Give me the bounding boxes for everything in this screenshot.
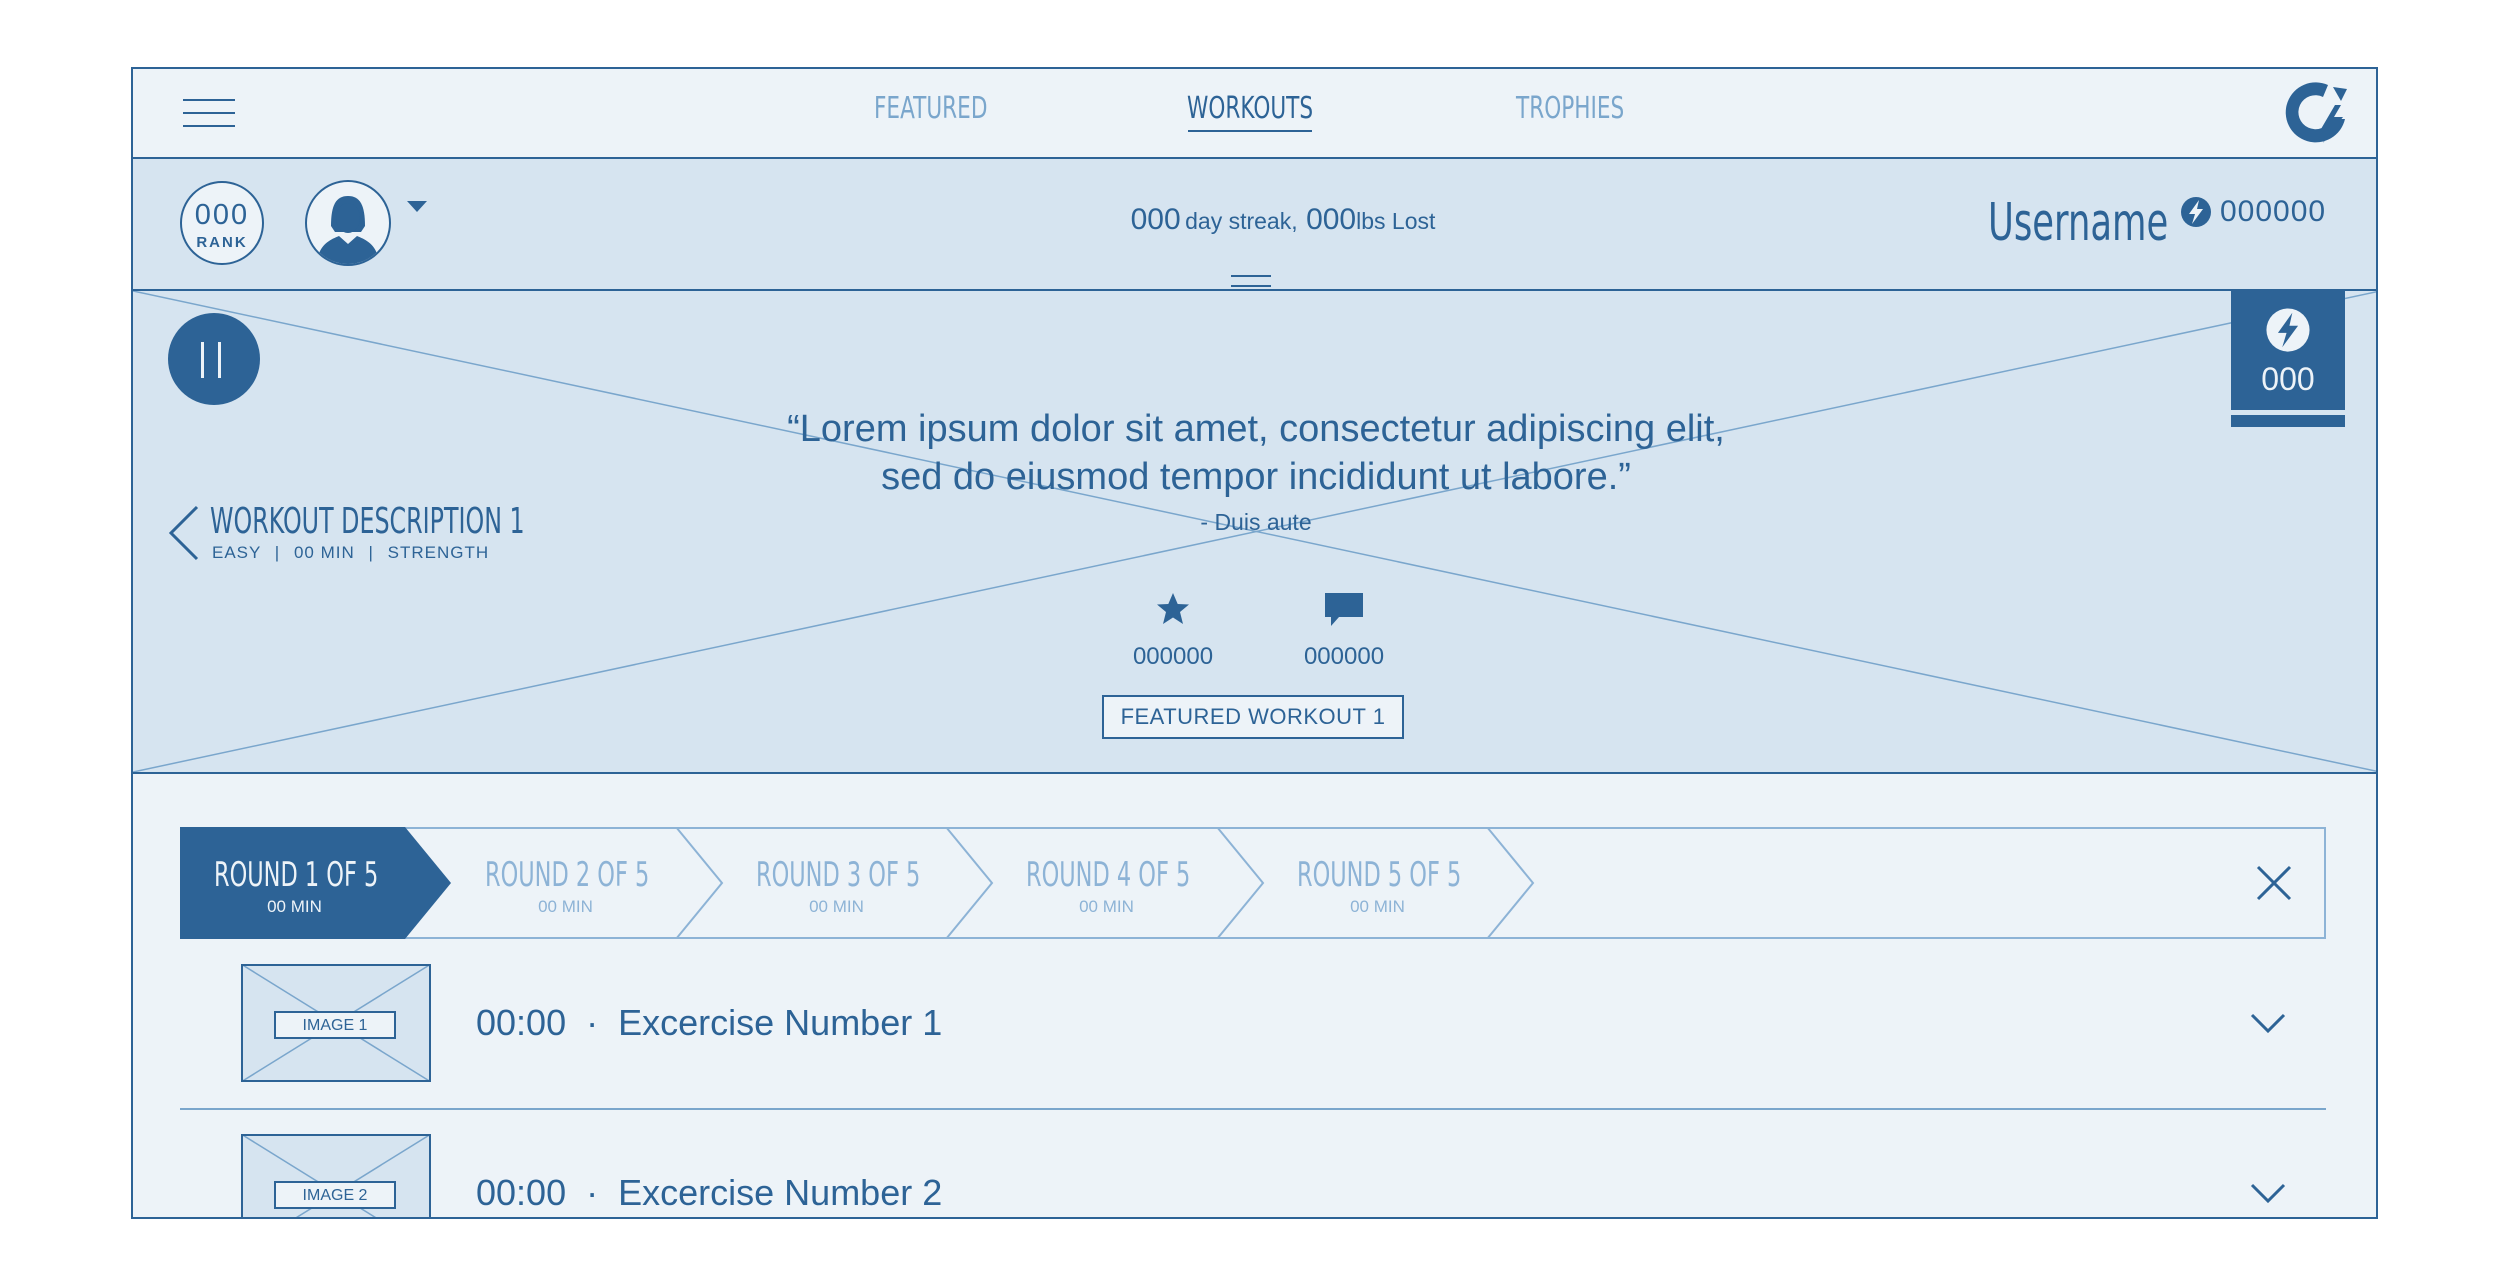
lightning-bolt-icon: [2266, 308, 2310, 352]
rank-label: RANK: [196, 234, 248, 251]
star-icon[interactable]: [1153, 589, 1193, 629]
row-divider: [180, 1108, 2326, 1110]
caret-down-icon[interactable]: [407, 201, 427, 212]
active-tab-underline: [1188, 130, 1312, 132]
chevron-down-icon[interactable]: [2250, 1182, 2286, 1204]
quote: “Lorem ipsum dolor sit amet, consectetur…: [656, 405, 1856, 536]
exercise-row[interactable]: IMAGE 1 00:00 · Excercise Number 1: [180, 964, 2326, 1132]
rounds-stepper: ROUND 1 OF 5 00 MIN ROUND 2 OF 5 00 MIN …: [180, 827, 2326, 939]
streak-label: day streak,: [1185, 208, 1298, 234]
lbs-count: 000: [1306, 203, 1357, 236]
round-step-5[interactable]: ROUND 5 OF 5 00 MIN: [1265, 829, 1495, 937]
star-count: 000000: [1132, 643, 1214, 670]
round-title: ROUND 2 OF 5: [485, 855, 650, 895]
quote-author: - Duis aute: [1200, 509, 1312, 535]
exercise-time: 00:00: [476, 1002, 567, 1043]
points-count: 000000: [2220, 195, 2327, 228]
chevron-down-icon[interactable]: [2250, 1012, 2286, 1034]
round-duration: 00 MIN: [809, 897, 864, 916]
workout-meta: EASY | 00 MIN | STRENGTH: [212, 543, 490, 562]
tab-trophies[interactable]: TROPHIES: [1516, 91, 1624, 126]
avatar[interactable]: [305, 180, 391, 266]
energy-badge: 000: [2231, 291, 2345, 427]
round-title: ROUND 5 OF 5: [1297, 855, 1462, 895]
round-duration: 00 MIN: [538, 897, 593, 916]
round-title: ROUND 3 OF 5: [756, 855, 921, 895]
round-step-1[interactable]: ROUND 1 OF 5 00 MIN: [182, 829, 412, 937]
tab-featured[interactable]: FEATURED: [874, 91, 987, 126]
image-label: IMAGE 1: [274, 1011, 396, 1039]
separator: ·: [586, 1002, 599, 1043]
quote-line-2: sed do eiusmod tempor incididunt ut labo…: [881, 456, 1631, 498]
round-duration: 00 MIN: [1350, 897, 1405, 916]
collapse-handle[interactable]: [1231, 275, 1271, 287]
comment-icon[interactable]: [1323, 591, 1365, 629]
exercise-image: IMAGE 1: [241, 964, 431, 1082]
round-step-3[interactable]: ROUND 3 OF 5 00 MIN: [724, 829, 954, 937]
round-duration: 00 MIN: [267, 897, 322, 916]
lbs-label: lbs Lost: [1356, 208, 1436, 234]
exercise-row[interactable]: IMAGE 2 00:00 · Excercise Number 2: [180, 1134, 2326, 1217]
comment-count: 000000: [1303, 643, 1385, 670]
workout-duration: 00 MIN: [293, 543, 355, 562]
workout-title: WORKOUT DESCRIPTION 1: [210, 501, 525, 542]
energy-badge-bar: [2231, 415, 2345, 427]
stats-summary: 000 day streak, 000lbs Lost: [1083, 203, 1483, 237]
rank-badge: 000 RANK: [180, 181, 264, 265]
exercise-name: Excercise Number 1: [618, 1002, 943, 1043]
close-icon[interactable]: [2256, 865, 2292, 901]
exercise-image: IMAGE 2: [241, 1134, 431, 1217]
separator: ·: [586, 1172, 599, 1213]
quote-line-1: “Lorem ipsum dolor sit amet, consectetur…: [787, 408, 1725, 450]
workout-category: STRENGTH: [387, 543, 490, 562]
exercise-name: Excercise Number 2: [618, 1172, 943, 1213]
pause-icon: [201, 342, 221, 378]
hamburger-icon[interactable]: [183, 99, 235, 129]
featured-workout-button[interactable]: FEATURED WORKOUT 1: [1102, 695, 1404, 739]
pause-button[interactable]: [168, 313, 260, 405]
rank-value: 000: [194, 199, 250, 231]
workout-difficulty: EASY: [212, 543, 262, 562]
round-title: ROUND 4 OF 5: [1026, 855, 1191, 895]
lightning-bolt-icon: [2180, 196, 2212, 228]
hero-banner: 000 “Lorem ipsum dolor sit amet, consect…: [133, 291, 2376, 774]
round-duration: 00 MIN: [1079, 897, 1134, 916]
top-nav: FEATURED WORKOUTS TROPHIES: [133, 69, 2376, 159]
tab-workouts[interactable]: WORKOUTS: [1187, 91, 1313, 126]
brand-logo-icon[interactable]: [2283, 77, 2353, 147]
round-step-4[interactable]: ROUND 4 OF 5 00 MIN: [994, 829, 1224, 937]
exercise-info: 00:00 · Excercise Number 2: [476, 1172, 942, 1214]
round-title: ROUND 1 OF 5: [214, 855, 379, 895]
username: Username: [1988, 193, 2169, 253]
app-frame: FEATURED WORKOUTS TROPHIES 000 RANK 000 …: [131, 67, 2378, 1219]
profile-bar: 000 RANK 000 day streak, 000lbs Lost Use…: [133, 159, 2376, 291]
energy-count: 000: [2261, 361, 2315, 397]
round-step-2[interactable]: ROUND 2 OF 5 00 MIN: [453, 829, 683, 937]
exercise-info: 00:00 · Excercise Number 1: [476, 1002, 942, 1044]
streak-count: 000: [1130, 203, 1181, 236]
exercise-time: 00:00: [476, 1172, 567, 1213]
image-label: IMAGE 2: [274, 1181, 396, 1209]
